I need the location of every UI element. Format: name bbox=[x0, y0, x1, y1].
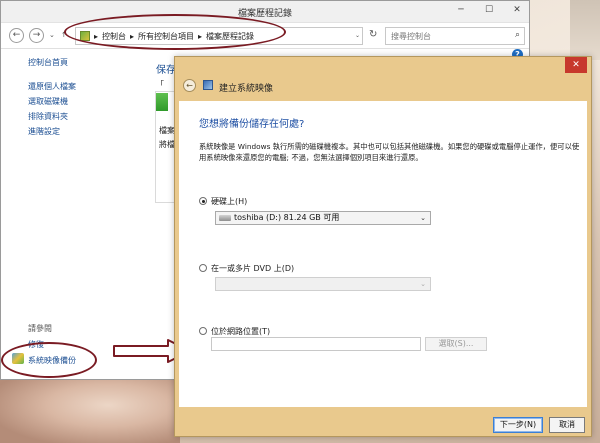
select-drive-link[interactable]: 選取磁碟機 bbox=[28, 96, 68, 107]
network-radio[interactable] bbox=[199, 327, 207, 335]
hard-disk-value: toshiba (D:) 81.24 GB 可用 bbox=[234, 213, 340, 222]
hard-disk-select[interactable]: toshiba (D:) 81.24 GB 可用 ⌄ bbox=[215, 211, 431, 225]
dialog-body: 您想將備份儲存在何處? 系統映像是 Windows 執行所需的磁碟機複本。其中也… bbox=[179, 101, 587, 407]
background-photo bbox=[0, 380, 180, 443]
content-heading: 保存 bbox=[156, 65, 176, 76]
drive-status-icon bbox=[156, 93, 168, 111]
dvd-label[interactable]: 在一或多片 DVD 上(D) bbox=[211, 263, 294, 274]
exclude-folders-link[interactable]: 排除資料夾 bbox=[28, 111, 68, 122]
content-text: 檔案 bbox=[159, 126, 175, 135]
dialog-header: ← 建立系統映像 bbox=[179, 73, 587, 101]
see-also-label: 請參閱 bbox=[28, 324, 52, 333]
left-pane: 控制台首頁 還原個人檔案 選取磁碟機 排除資料夾 進階設定 請參閱 修復 系統映… bbox=[1, 49, 151, 379]
browse-button: 選取(S)... bbox=[425, 337, 487, 351]
dialog-back-button[interactable]: ← bbox=[183, 79, 196, 92]
search-icon[interactable]: ⌕ bbox=[515, 30, 520, 40]
content-text: 將檔 bbox=[159, 140, 175, 149]
forward-button[interactable]: → bbox=[29, 28, 44, 43]
content-quote: 「 bbox=[156, 80, 164, 89]
next-button[interactable]: 下一步(N) bbox=[493, 417, 543, 433]
window-controls: ─ ☐ ✕ bbox=[455, 5, 523, 15]
close-button[interactable]: ✕ bbox=[511, 5, 523, 15]
cancel-button[interactable]: 取消 bbox=[549, 417, 585, 433]
system-image-icon bbox=[203, 80, 213, 90]
annotation-ellipse-system-image bbox=[1, 342, 97, 378]
network-label[interactable]: 位於網路位置(T) bbox=[211, 326, 270, 337]
network-location-input bbox=[211, 337, 421, 351]
refresh-icon[interactable]: ↻ bbox=[369, 29, 377, 40]
control-panel-home-link[interactable]: 控制台首頁 bbox=[28, 57, 68, 68]
chevron-down-icon: ⌄ bbox=[420, 280, 426, 288]
recent-locations-dropdown[interactable]: ⌄ bbox=[49, 31, 55, 39]
dvd-radio[interactable] bbox=[199, 264, 207, 272]
hard-disk-radio[interactable] bbox=[199, 197, 207, 205]
minimize-button[interactable]: ─ bbox=[455, 5, 467, 15]
window-title: 檔案歷程記錄 bbox=[237, 9, 292, 19]
annotation-ellipse-address bbox=[64, 14, 286, 50]
description-text: 系統映像是 Windows 執行所需的磁碟機複本。其中也可以包括其他磁碟機。如果… bbox=[199, 142, 580, 162]
hard-disk-label[interactable]: 硬碟上(H) bbox=[211, 196, 247, 207]
dialog-title: 建立系統映像 bbox=[219, 84, 274, 94]
address-dropdown-icon[interactable]: ⌄ bbox=[355, 32, 360, 39]
back-button[interactable]: ← bbox=[9, 28, 24, 43]
dvd-select: ⌄ bbox=[215, 277, 431, 291]
create-system-image-dialog: ✕ ← 建立系統映像 您想將備份儲存在何處? 系統映像是 Windows 執行所… bbox=[174, 56, 592, 437]
search-placeholder: 搜尋控制台 bbox=[391, 31, 431, 41]
background-right bbox=[570, 0, 600, 60]
restore-files-link[interactable]: 還原個人檔案 bbox=[28, 81, 76, 92]
chevron-down-icon: ⌄ bbox=[420, 214, 426, 222]
advanced-settings-link[interactable]: 進階設定 bbox=[28, 126, 60, 137]
search-input[interactable]: 搜尋控制台 ⌕ bbox=[385, 27, 525, 45]
dialog-close-button[interactable]: ✕ bbox=[565, 57, 587, 73]
title-bar: 檔案歷程記錄 ─ ☐ ✕ bbox=[1, 1, 529, 23]
maximize-button[interactable]: ☐ bbox=[483, 5, 495, 15]
question-heading: 您想將備份儲存在何處? bbox=[199, 119, 305, 130]
drive-icon bbox=[219, 215, 231, 221]
